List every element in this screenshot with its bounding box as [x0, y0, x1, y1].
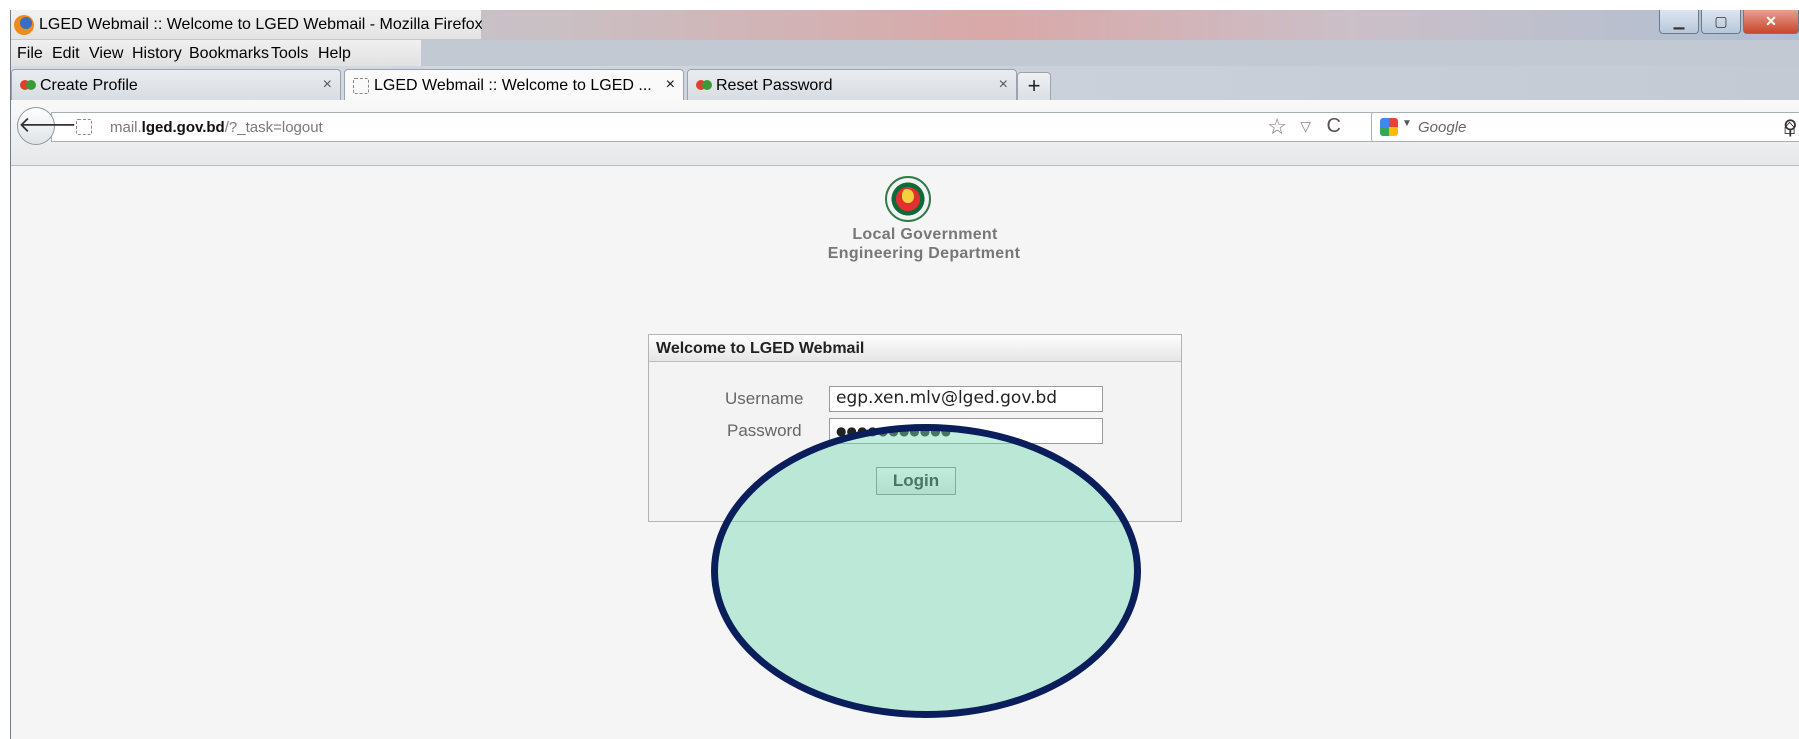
menu-view[interactable]: View — [89, 45, 123, 63]
firefox-icon — [14, 15, 34, 35]
url-text[interactable]: mail.lged.gov.bd/?_task=logout — [110, 119, 323, 136]
page-content: Local Government Engineering Department … — [11, 166, 1799, 739]
site-favicon-icon — [696, 80, 712, 90]
google-engine-icon[interactable] — [1380, 118, 1398, 136]
username-field[interactable]: egp.xen.mlv@lged.gov.bd — [829, 386, 1103, 412]
password-label: Password — [727, 421, 802, 440]
tab-label: Create Profile — [40, 77, 138, 94]
browser-window: LGED Webmail :: Welcome to LGED Webmail … — [10, 10, 1799, 739]
history-dropdown-icon[interactable]: ▽ — [1300, 118, 1311, 135]
login-form: Welcome to LGED Webmail Username egp.xen… — [648, 334, 1182, 522]
site-identity-icon[interactable] — [76, 119, 92, 135]
tab-label: Reset Password — [716, 77, 833, 94]
menu-edit[interactable]: Edit — [52, 45, 80, 63]
menu-area: File Edit View History Bookmarks Tools H… — [11, 40, 421, 66]
password-field[interactable]: ●●●●●●●●●●● — [829, 418, 1103, 444]
tab-label: LGED Webmail :: Welcome to LGED ... — [374, 77, 652, 94]
home-icon[interactable]: ⌂ — [1783, 114, 1796, 140]
login-button[interactable]: Login — [876, 467, 956, 495]
search-input[interactable]: Google — [1418, 119, 1466, 136]
close-window-button[interactable]: ✕ — [1743, 10, 1799, 34]
tab-create-profile[interactable]: Create Profile × — [11, 69, 341, 100]
site-favicon-icon — [20, 80, 36, 90]
tab-reset-password[interactable]: Reset Password × — [687, 69, 1017, 100]
minimize-button[interactable]: ▁ — [1659, 10, 1699, 34]
tab-close-icon[interactable]: × — [999, 76, 1008, 94]
menu-history[interactable]: History — [132, 45, 182, 63]
title-bar: LGED Webmail :: Welcome to LGED Webmail … — [11, 10, 1799, 40]
tab-lged-webmail[interactable]: LGED Webmail :: Welcome to LGED ... × — [344, 69, 684, 101]
login-title: Welcome to LGED Webmail — [649, 335, 1181, 362]
window-title: LGED Webmail :: Welcome to LGED Webmail … — [39, 16, 483, 33]
org-name-line1: Local Government — [852, 226, 998, 243]
back-button[interactable]: 🡐 — [17, 107, 77, 145]
navigation-bar: mail.lged.gov.bd/?_task=logout ☆ ▽ C 🡐 ▼… — [11, 100, 1799, 166]
new-tab-button[interactable]: + — [1017, 72, 1051, 100]
menu-tools[interactable]: Tools — [271, 45, 308, 63]
username-label: Username — [725, 389, 804, 408]
government-emblem-icon — [885, 176, 931, 222]
engine-dropdown-icon[interactable]: ▼ — [1402, 118, 1412, 129]
title-area: LGED Webmail :: Welcome to LGED Webmail … — [11, 10, 483, 40]
maximize-button[interactable]: ▢ — [1701, 10, 1741, 34]
tab-bar: Create Profile × LGED Webmail :: Welcome… — [11, 66, 1799, 101]
tab-close-icon[interactable]: × — [323, 76, 332, 94]
tab-close-icon[interactable]: × — [666, 76, 675, 94]
menu-bookmarks[interactable]: Bookmarks — [189, 45, 269, 63]
menu-help[interactable]: Help — [318, 45, 351, 63]
url-bar[interactable]: mail.lged.gov.bd/?_task=logout ☆ ▽ C — [51, 112, 1376, 142]
blank-page-icon — [353, 78, 369, 94]
bookmark-star-icon[interactable]: ☆ — [1267, 114, 1287, 140]
org-name-line2: Engineering Department — [827, 245, 1021, 262]
search-bar[interactable]: ▼ Google ⚲ — [1371, 112, 1799, 142]
window-controls: ▁ ▢ ✕ — [1657, 10, 1799, 36]
reload-icon[interactable]: C — [1327, 115, 1341, 138]
menu-file[interactable]: File — [17, 45, 43, 63]
menu-bar: File Edit View History Bookmarks Tools H… — [11, 40, 1799, 66]
